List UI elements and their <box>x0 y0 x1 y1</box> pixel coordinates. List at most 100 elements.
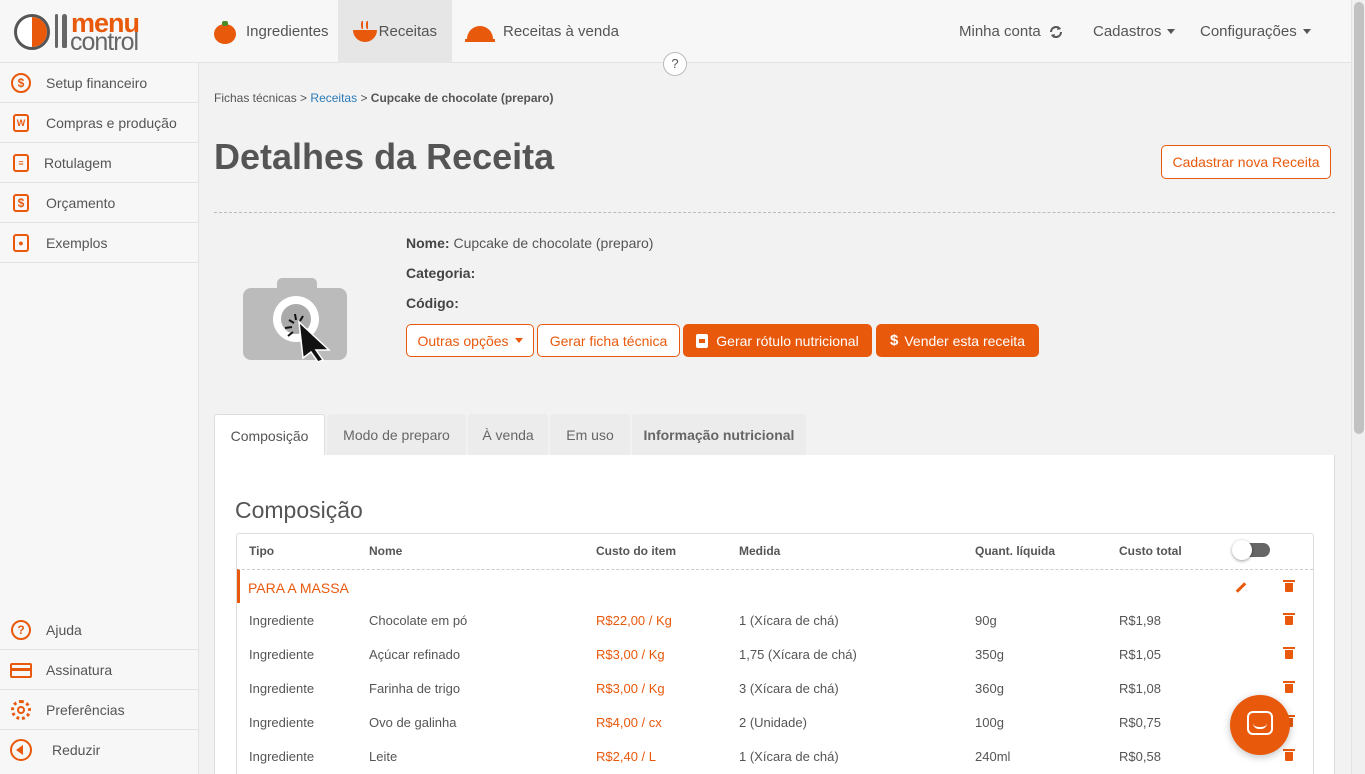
sidebar-item-exemplos[interactable]: ● Exemplos <box>0 223 198 263</box>
cell-nome: Ovo de galinha <box>369 715 457 730</box>
cell-medida: 2 (Unidade) <box>739 715 807 730</box>
recipe-category-row: Categoria: <box>406 265 475 281</box>
cell-custo-total: R$1,98 <box>1119 613 1161 628</box>
tomato-icon <box>214 20 238 44</box>
sidebar-item-ajuda[interactable]: ? Ajuda <box>0 610 198 650</box>
configuracoes-dropdown[interactable]: Configurações <box>1200 0 1311 63</box>
sell-recipe-text: Vender esta receita <box>904 332 1025 349</box>
cell-tipo: Ingrediente <box>249 613 315 628</box>
tab-a-venda[interactable]: À venda <box>468 414 548 456</box>
tab-composicao[interactable]: Composição <box>214 414 325 456</box>
cell-custo-item[interactable]: R$4,00 / cx <box>596 715 662 730</box>
sidebar-item-compras[interactable]: W Compras e produção <box>0 103 198 143</box>
cell-quant: 360g <box>975 681 1004 696</box>
column-header: Quant. líquida <box>975 544 1055 558</box>
scrollbar-thumb[interactable] <box>1354 2 1364 434</box>
breadcrumb-separator: > <box>360 91 368 105</box>
cell-custo-item[interactable]: R$3,00 / Kg <box>596 681 665 696</box>
breadcrumb-link-receitas[interactable]: Receitas <box>310 91 357 105</box>
breadcrumb-separator: > <box>300 91 308 105</box>
dollar-doc-icon: $ <box>10 192 32 214</box>
cell-quant: 350g <box>975 647 1004 662</box>
cell-nome: Chocolate em pó <box>369 613 468 628</box>
nav-ingredientes[interactable]: Ingredientes <box>199 0 344 63</box>
configuracoes-label: Configurações <box>1200 23 1297 40</box>
menu-control-logo[interactable]: menu control <box>14 8 154 56</box>
breadcrumb-root: Fichas técnicas <box>214 91 297 105</box>
cell-tipo: Ingrediente <box>249 749 315 764</box>
tab-em-uso[interactable]: Em uso <box>550 414 630 456</box>
section-title: Composição <box>235 497 363 523</box>
cell-custo-total: R$0,58 <box>1119 749 1161 764</box>
cell-custo-total: R$1,05 <box>1119 647 1161 662</box>
account-menu[interactable]: Minha conta <box>959 0 1063 63</box>
cell-tipo: Ingrediente <box>249 681 315 696</box>
chat-launcher-button[interactable] <box>1230 695 1290 755</box>
account-label: Minha conta <box>959 23 1041 40</box>
sidebar-collapse-label: Reduzir <box>52 742 101 758</box>
group-label: PARA A MASSA <box>248 580 349 596</box>
cell-quant: 90g <box>975 613 997 628</box>
cell-custo-item[interactable]: R$2,40 / L <box>596 749 656 764</box>
breadcrumb-current: Cupcake de chocolate (preparo) <box>370 91 554 105</box>
other-options-dropdown[interactable]: Outras opções <box>406 324 534 357</box>
other-options-label: Outras opções <box>417 332 509 349</box>
cell-nome: Leite <box>369 749 398 764</box>
label-jar-icon: ≡ <box>10 152 32 174</box>
cell-custo-item[interactable]: R$3,00 / Kg <box>596 647 665 662</box>
column-header: Medida <box>739 544 781 558</box>
column-header: Custo do item <box>596 544 676 558</box>
cadastros-dropdown[interactable]: Cadastros <box>1093 0 1176 63</box>
sidebar-collapse-button[interactable]: Reduzir <box>0 730 198 770</box>
sidebar-item-label: Rotulagem <box>44 154 112 171</box>
page-title: Detalhes da Receita <box>214 136 555 177</box>
sidebar-item-label: Compras e produção <box>46 114 177 131</box>
edit-icon[interactable] <box>1235 582 1247 593</box>
cell-custo-total: R$1,08 <box>1119 681 1161 696</box>
scrollbar[interactable] <box>1351 0 1365 774</box>
sidebar-item-setup-financeiro[interactable]: $ Setup financeiro <box>0 63 198 103</box>
generate-sheet-button[interactable]: Gerar ficha técnica <box>537 324 680 357</box>
credit-card-icon <box>10 659 32 681</box>
sidebar-item-assinatura[interactable]: Assinatura <box>0 650 198 690</box>
nav-receitas-label: Receitas <box>378 23 437 40</box>
table-row: Ingrediente Chocolate em pó R$22,00 / Kg… <box>237 603 1313 637</box>
tab-informacao-nutricional[interactable]: Informação nutricional <box>632 414 806 456</box>
recipe-code-label: Código: <box>406 295 459 311</box>
composition-panel: Composição Tipo Nome Custo do item Medid… <box>214 455 1335 774</box>
sell-recipe-button[interactable]: $ Vender esta receita <box>876 324 1039 357</box>
sidebar-item-rotulagem[interactable]: ≡ Rotulagem <box>0 143 198 183</box>
trash-icon[interactable] <box>1283 681 1295 693</box>
help-question-button[interactable]: ? <box>663 52 687 76</box>
new-recipe-button[interactable]: Cadastrar nova Receita <box>1161 145 1331 179</box>
collapse-left-icon <box>10 739 32 761</box>
trash-icon[interactable] <box>1283 613 1295 625</box>
generate-label-text: Gerar rótulo nutricional <box>716 332 859 349</box>
columns-toggle[interactable] <box>1232 540 1270 560</box>
main-content: Fichas técnicas > Receitas > Cupcake de … <box>199 63 1351 774</box>
nav-receitas[interactable]: Receitas <box>338 0 452 63</box>
cell-nome: Farinha de trigo <box>369 681 461 696</box>
cell-custo-item[interactable]: R$22,00 / Kg <box>596 613 672 628</box>
sidebar-item-orcamento[interactable]: $ Orçamento <box>0 183 198 223</box>
tab-modo-de-preparo[interactable]: Modo de preparo <box>327 414 466 456</box>
nav-receitas-a-venda[interactable]: Receitas à venda <box>452 0 634 63</box>
label-jar-icon <box>696 333 709 348</box>
recipe-category-label: Categoria: <box>406 265 476 281</box>
generate-label-button[interactable]: Gerar rótulo nutricional <box>683 324 872 357</box>
table-row: Ingrediente Ovo de galinha R$4,00 / cx 2… <box>237 705 1313 739</box>
cell-medida: 1 (Xícara de chá) <box>739 749 839 764</box>
recipe-book-icon: ● <box>10 232 32 254</box>
cursor-click-icon <box>285 314 331 362</box>
trash-icon[interactable] <box>1283 749 1295 761</box>
sidebar-item-label: Setup financeiro <box>46 74 148 91</box>
recipe-photo-placeholder[interactable] <box>243 276 347 362</box>
trash-icon[interactable] <box>1283 647 1295 659</box>
cell-medida: 1,75 (Xícara de chá) <box>739 647 857 662</box>
table-row: Ingrediente Leite R$2,40 / L 1 (Xícara d… <box>237 739 1313 773</box>
chevron-down-icon <box>1167 29 1176 34</box>
table-row: Ingrediente Açúcar refinado R$3,00 / Kg … <box>237 637 1313 671</box>
nav-receitas-a-venda-label: Receitas à venda <box>503 23 619 40</box>
trash-icon[interactable] <box>1283 580 1295 592</box>
sidebar-item-preferencias[interactable]: Preferências <box>0 690 198 730</box>
